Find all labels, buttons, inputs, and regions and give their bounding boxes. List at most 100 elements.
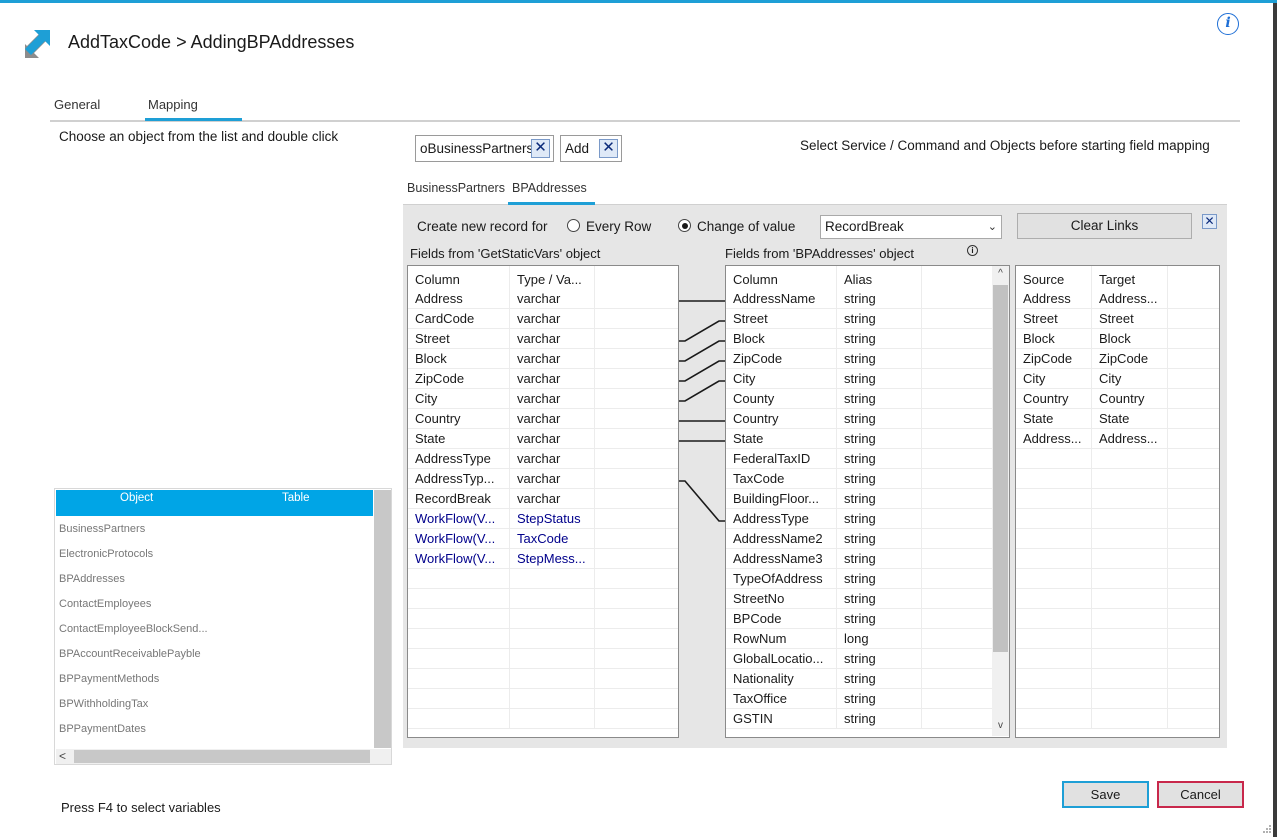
clear-links-button[interactable]: Clear Links [1017, 213, 1192, 239]
field-link-line[interactable] [679, 480, 725, 522]
table-row[interactable]: State varchar [408, 429, 678, 449]
alias-header[interactable]: Alias [837, 266, 922, 289]
field-link-line[interactable] [679, 320, 725, 342]
table-row[interactable] [408, 589, 678, 609]
remove-service-icon[interactable]: ✕ [531, 139, 550, 158]
table-row[interactable]: BPCode string [726, 609, 1009, 629]
table-row[interactable] [1016, 669, 1219, 689]
table-row[interactable]: Nationality string [726, 669, 1009, 689]
table-row[interactable] [1016, 529, 1219, 549]
type-header[interactable]: Type / Va... [510, 266, 595, 289]
table-row[interactable]: State string [726, 429, 1009, 449]
record-break-select[interactable]: RecordBreak ⌄ [820, 215, 1002, 239]
table-row[interactable] [1016, 689, 1219, 709]
table-row[interactable]: Address varchar [408, 289, 678, 309]
table-row[interactable]: AddressName3 string [726, 549, 1009, 569]
field-link-line[interactable] [679, 360, 725, 382]
table-row[interactable] [408, 689, 678, 709]
table-row[interactable] [408, 609, 678, 629]
list-item[interactable]: ContactEmployeeBlockSend... [59, 623, 208, 635]
table-row[interactable]: Street Street [1016, 309, 1219, 329]
table-row[interactable]: RowNum long [726, 629, 1009, 649]
table-row[interactable] [408, 649, 678, 669]
scroll-up-icon[interactable]: ^ [992, 268, 1009, 279]
table-row[interactable]: WorkFlow(V... TaxCode [408, 529, 678, 549]
table-row[interactable]: GlobalLocatio... string [726, 649, 1009, 669]
table-row[interactable]: BuildingFloor... string [726, 489, 1009, 509]
scroll-down-icon[interactable]: v [992, 720, 1009, 731]
table-row[interactable] [1016, 629, 1219, 649]
list-item[interactable]: BPPaymentDates [59, 723, 146, 735]
scroll-thumb[interactable] [993, 285, 1008, 652]
table-row[interactable]: AddressType varchar [408, 449, 678, 469]
table-row[interactable]: Street varchar [408, 329, 678, 349]
table-row[interactable] [1016, 469, 1219, 489]
table-row[interactable]: Block Block [1016, 329, 1219, 349]
table-row[interactable]: County string [726, 389, 1009, 409]
info-icon[interactable]: i [1217, 13, 1239, 35]
table-row[interactable]: AddressName2 string [726, 529, 1009, 549]
table-row[interactable]: TaxCode string [726, 469, 1009, 489]
table-row[interactable]: Street string [726, 309, 1009, 329]
table-row[interactable]: ZipCode string [726, 349, 1009, 369]
scroll-left-icon[interactable]: < [59, 749, 66, 763]
table-row[interactable]: Address... Address... [1016, 429, 1219, 449]
table-row[interactable] [1016, 489, 1219, 509]
table-row[interactable]: Country varchar [408, 409, 678, 429]
list-item[interactable]: BPAccountReceivablePayble [59, 648, 201, 660]
subtab-business-partners[interactable]: BusinessPartners [407, 181, 505, 195]
table-row[interactable]: WorkFlow(V... StepMess... [408, 549, 678, 569]
table-row[interactable]: TaxOffice string [726, 689, 1009, 709]
list-item[interactable]: ContactEmployees [59, 598, 151, 610]
table-header[interactable]: Table [282, 492, 310, 504]
column-header[interactable]: Column [726, 266, 837, 289]
table-row[interactable] [1016, 709, 1219, 729]
table-row[interactable]: City string [726, 369, 1009, 389]
table-row[interactable]: State State [1016, 409, 1219, 429]
table-row[interactable]: FederalTaxID string [726, 449, 1009, 469]
table-row[interactable]: Block string [726, 329, 1009, 349]
target-header[interactable]: Target [1092, 266, 1168, 289]
table-row[interactable]: AddressType string [726, 509, 1009, 529]
list-item[interactable]: ElectronicProtocols [59, 548, 153, 560]
table-row[interactable]: ZipCode ZipCode [1016, 349, 1219, 369]
table-row[interactable]: WorkFlow(V... StepStatus [408, 509, 678, 529]
table-row[interactable]: GSTIN string [726, 709, 1009, 729]
table-row[interactable]: City varchar [408, 389, 678, 409]
table-row[interactable]: ZipCode varchar [408, 369, 678, 389]
object-header[interactable]: Object [120, 492, 153, 504]
table-row[interactable] [1016, 449, 1219, 469]
table-row[interactable]: TypeOfAddress string [726, 569, 1009, 589]
table-row[interactable] [1016, 549, 1219, 569]
table-row[interactable]: City City [1016, 369, 1219, 389]
list-item[interactable]: BPPaymentMethods [59, 673, 159, 685]
change-of-value-label[interactable]: Change of value [697, 219, 795, 234]
table-row[interactable] [408, 629, 678, 649]
list-item[interactable]: BPAddresses [59, 573, 125, 585]
tab-general[interactable]: General [54, 97, 100, 112]
resize-grip-icon[interactable] [1262, 824, 1272, 834]
source-header[interactable]: Source [1016, 266, 1092, 289]
field-link-line[interactable] [679, 340, 725, 362]
table-row[interactable]: Block varchar [408, 349, 678, 369]
close-icon[interactable]: ✕ [1202, 214, 1217, 229]
table-row[interactable]: StreetNo string [726, 589, 1009, 609]
table-row[interactable]: CardCode varchar [408, 309, 678, 329]
table-row[interactable] [1016, 509, 1219, 529]
table-row[interactable] [1016, 609, 1219, 629]
table-row[interactable]: RecordBreak varchar [408, 489, 678, 509]
table-row[interactable] [408, 569, 678, 589]
save-button[interactable]: Save [1062, 781, 1149, 808]
scroll-thumb[interactable] [74, 750, 370, 763]
table-row[interactable] [1016, 569, 1219, 589]
subtab-bp-addresses[interactable]: BPAddresses [512, 181, 587, 195]
list-item[interactable]: BusinessPartners [59, 523, 145, 535]
table-row[interactable]: Country string [726, 409, 1009, 429]
cancel-button[interactable]: Cancel [1157, 781, 1244, 808]
list-item[interactable]: BPWithholdingTax [59, 698, 148, 710]
table-row[interactable] [1016, 589, 1219, 609]
table-row[interactable] [408, 709, 678, 729]
every-row-radio[interactable] [567, 219, 580, 232]
table-row[interactable]: AddressName string [726, 289, 1009, 309]
object-list-scrollbar[interactable] [374, 490, 391, 748]
